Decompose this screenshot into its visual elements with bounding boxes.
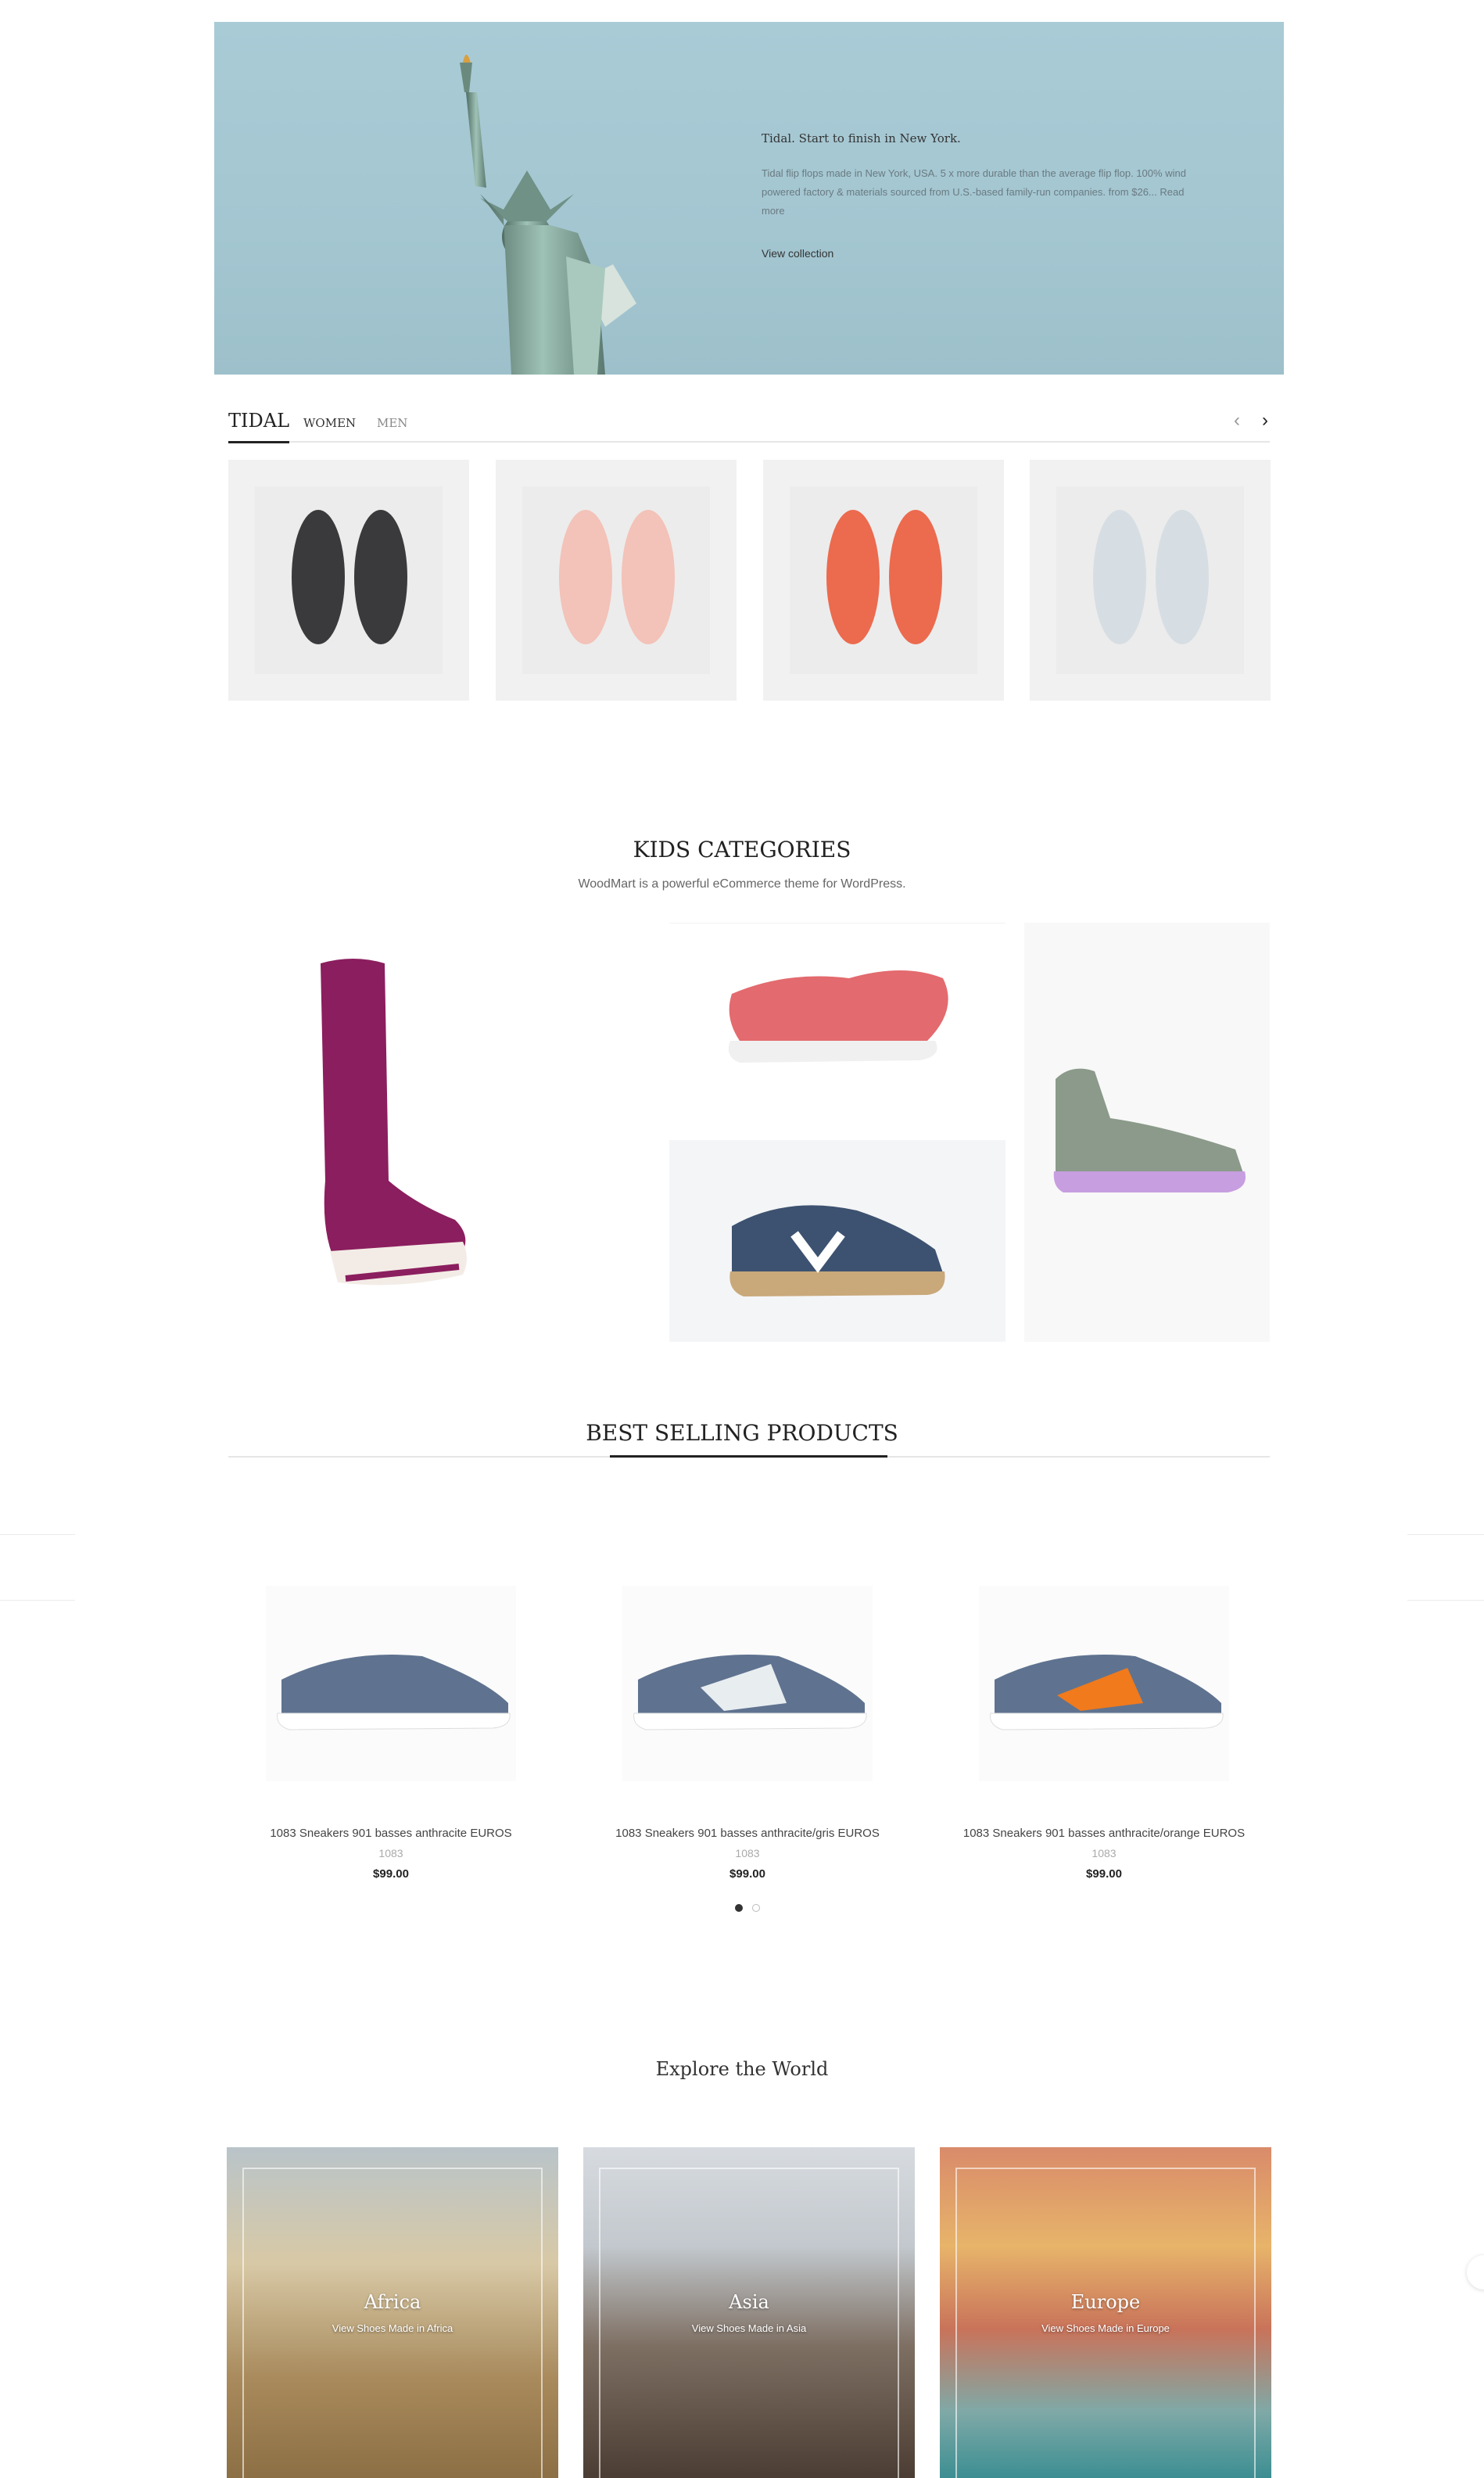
product-name[interactable]: 1083 Sneakers 901 basses anthracite EURO… [227,1827,555,1840]
tab-women[interactable]: WOMEN [303,416,356,430]
rain-boot-image [321,959,467,1286]
tab-tidal[interactable]: TIDAL [228,410,289,443]
kids-categories-subtitle: WoodMart is a powerful eCommerce theme f… [578,877,906,891]
navy-sneaker-image [729,1205,945,1296]
hero-banner: Tidal. Start to finish in New York. Tida… [214,22,1284,375]
flip-flop-image [255,486,443,674]
hero-description: Tidal flip flops made in New York, USA. … [762,167,1186,217]
product-sku: 1083 [1091,1847,1117,1859]
region-subtitle: View Shoes Made in Asia [691,2322,807,2334]
product-name[interactable]: 1083 Sneakers 901 basses anthracite/gris… [583,1827,912,1840]
product-item[interactable] [235,1586,547,1785]
product-card[interactable] [763,460,1004,701]
flip-flop-image [790,486,977,674]
product-card[interactable] [228,460,469,701]
product-sku: 1083 [735,1847,760,1859]
pink-shoe-image [728,970,948,1063]
category-high-tops[interactable] [1024,923,1270,1342]
product-item[interactable] [948,1586,1260,1785]
sneaker-image [622,1586,873,1781]
hero-title: Tidal. Start to finish in New York. [762,131,961,145]
region-subtitle: View Shoes Made in Europe [1041,2322,1170,2334]
kids-categories-title: KIDS CATEGORIES [633,837,851,862]
sneaker-image [266,1586,516,1781]
region-card-europe[interactable]: Europe View Shoes Made in Europe [940,2147,1271,2478]
green-shoe-image [1053,1068,1246,1192]
product-price: $99.00 [373,1867,409,1881]
flip-flop-image [522,486,710,674]
flip-flop-image [1056,486,1244,674]
view-collection-link[interactable]: View collection [762,247,833,260]
product-item[interactable] [591,1586,904,1785]
region-title: Africa [364,2291,421,2313]
product-sku: 1083 [378,1847,403,1859]
chevron-left-icon[interactable]: ‹ [1226,410,1248,432]
edge-line [1407,1534,1484,1535]
region-card-africa[interactable]: Africa View Shoes Made in Africa [227,2147,558,2478]
category-rain-boots[interactable] [228,923,654,1342]
chevron-right-icon[interactable]: › [1254,410,1276,432]
category-canvas-shoes[interactable] [669,923,1005,1110]
flip-flop-right [354,510,407,644]
product-card[interactable] [1030,460,1271,701]
edge-line [0,1600,75,1601]
carousel-dot[interactable] [752,1904,760,1912]
edge-line [1407,1600,1484,1601]
product-tabs: TIDAL WOMEN MEN ‹ › [228,399,1270,443]
product-price: $99.00 [1086,1867,1122,1881]
region-title: Europe [1070,2291,1141,2313]
product-card[interactable] [496,460,737,701]
product-name[interactable]: 1083 Sneakers 901 basses anthracite/oran… [940,1827,1268,1840]
title-underline [610,1455,887,1458]
region-title: Asia [729,2291,769,2313]
carousel-dot-active[interactable] [735,1904,743,1912]
flip-flop-left [292,510,345,644]
edge-line [0,1534,75,1535]
side-toggle-button[interactable] [1467,2255,1484,2290]
region-card-asia[interactable]: Asia View Shoes Made in Asia [583,2147,915,2478]
best-selling-title: BEST SELLING PRODUCTS [586,1420,898,1446]
product-price: $99.00 [729,1867,765,1881]
explore-title: Explore the World [655,2058,829,2080]
region-subtitle: View Shoes Made in Africa [332,2322,453,2334]
category-sneakers[interactable] [669,1140,1005,1342]
statue-of-liberty-image [460,55,636,375]
tab-men[interactable]: MEN [377,416,407,430]
sneaker-image [979,1586,1229,1781]
